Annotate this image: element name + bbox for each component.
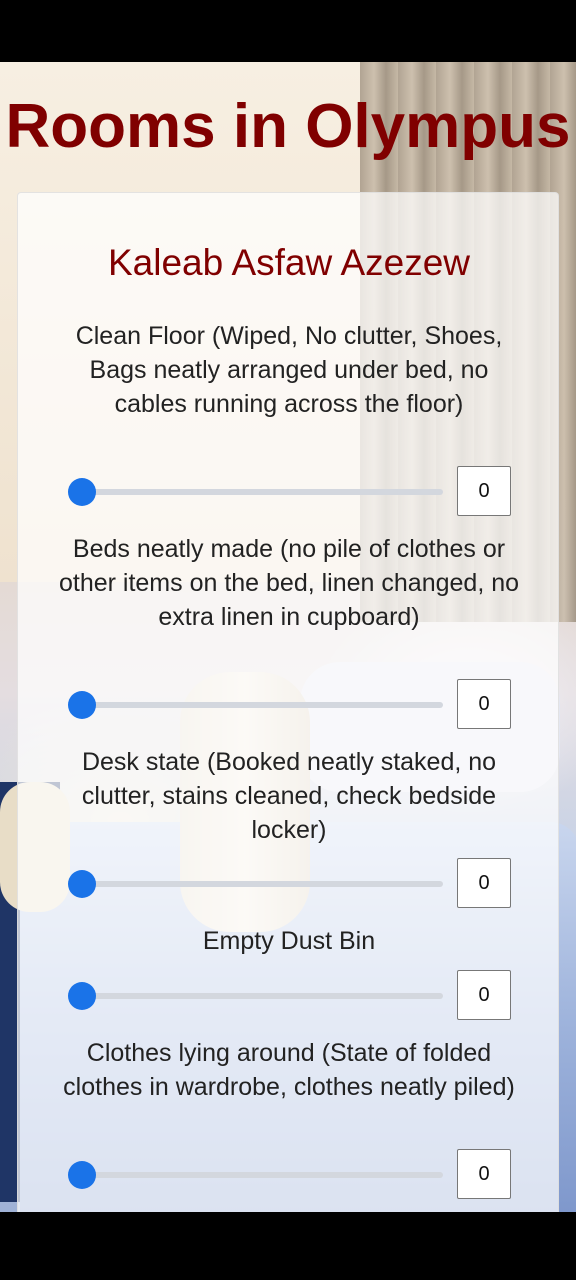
value-input-dust-bin[interactable]: 0	[457, 970, 511, 1020]
value-input-clothes[interactable]: 0	[457, 1149, 511, 1199]
slider-desk-state[interactable]	[68, 869, 443, 899]
slider-clean-floor[interactable]	[68, 477, 443, 507]
slider-dust-bin[interactable]	[68, 981, 443, 1011]
slider-track	[78, 993, 443, 999]
slider-clothes[interactable]	[68, 1160, 443, 1190]
slider-thumb[interactable]	[68, 691, 96, 719]
value-input-desk-state[interactable]: 0	[457, 858, 511, 908]
slider-track	[78, 881, 443, 887]
slider-track	[78, 1172, 443, 1178]
slider-thumb[interactable]	[68, 870, 96, 898]
criterion-label-desk-state: Desk state (Booked neatly staked, no clu…	[81, 748, 497, 844]
slider-thumb[interactable]	[68, 1161, 96, 1189]
value-input-clean-floor[interactable]: 0	[457, 466, 511, 516]
page-title: Rooms in Olympus	[5, 92, 571, 161]
criterion-label-clothes: Clothes lying around (State of folded cl…	[63, 1039, 515, 1101]
status-bar	[0, 0, 576, 62]
value-input-beds[interactable]: 0	[457, 679, 511, 729]
criterion-label-beds: Beds neatly made (no pile of clothes or …	[58, 535, 520, 631]
criterion-label-clean-floor: Clean Floor (Wiped, No clutter, Shoes, B…	[75, 322, 503, 418]
slider-beds[interactable]	[68, 690, 443, 720]
navigation-bar	[0, 1212, 576, 1280]
person-name: Kaleab Asfaw Azezew	[108, 242, 470, 283]
slider-thumb[interactable]	[68, 478, 96, 506]
slider-track	[78, 702, 443, 708]
slider-track	[78, 489, 443, 495]
slider-thumb[interactable]	[68, 982, 96, 1010]
criterion-label-dust-bin: Empty Dust Bin	[202, 927, 376, 955]
rating-card: Kaleab Asfaw Azezew Clean Floor (Wiped, …	[17, 192, 559, 1252]
